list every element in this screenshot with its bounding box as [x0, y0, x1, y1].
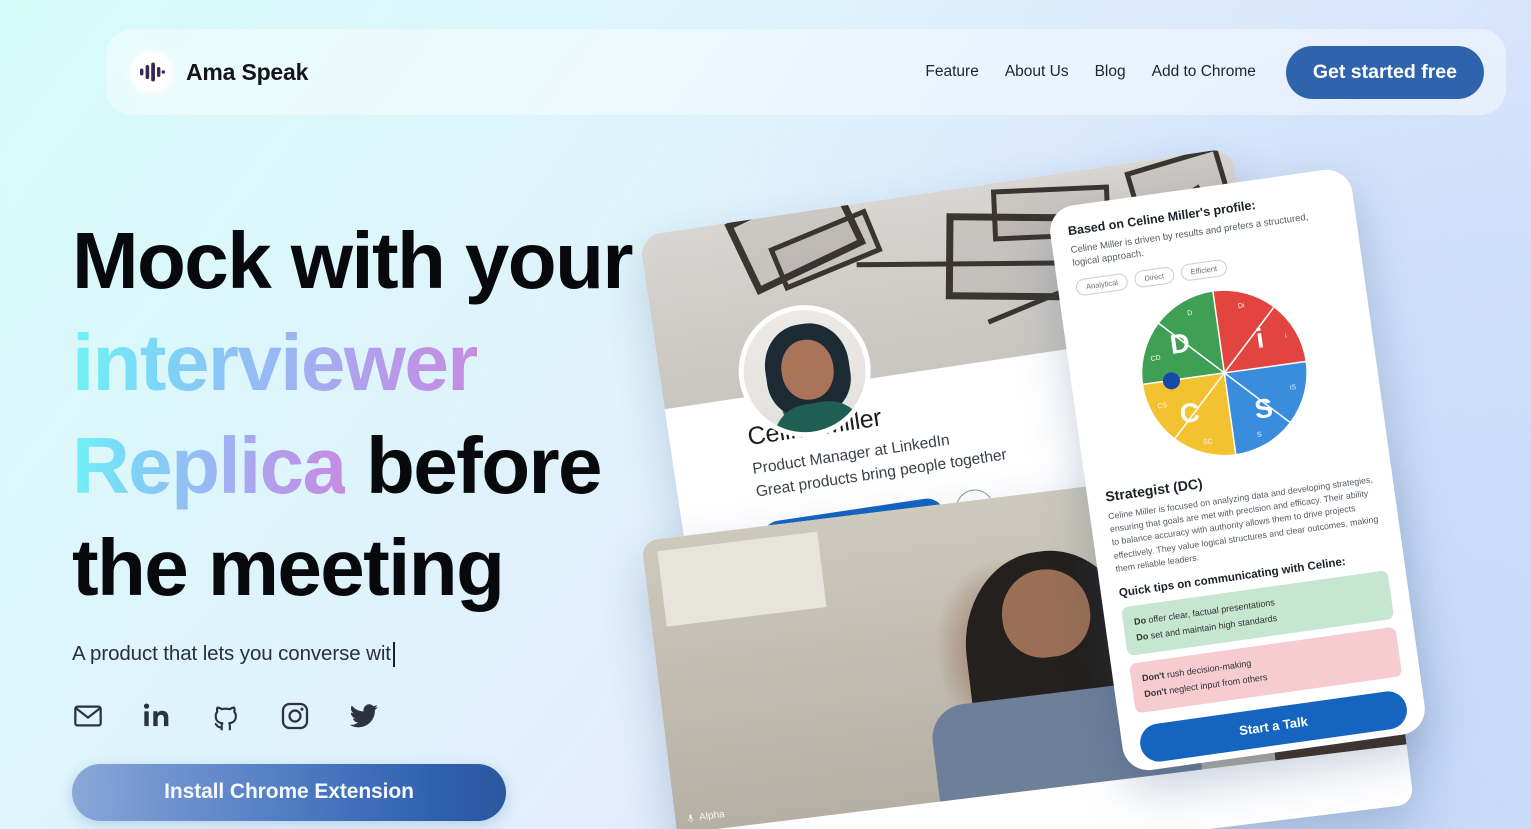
waveform-icon — [130, 50, 173, 94]
github-icon[interactable] — [210, 700, 242, 732]
trait-tag-efficient: Efficient — [1179, 258, 1229, 282]
dont-tip-prefix: Don't — [1141, 670, 1166, 684]
disc-wheel-container: D i S C D Di i iS S SC CS CD — [1079, 269, 1369, 477]
page-title: Mock with your interviewer Replica befor… — [72, 210, 662, 620]
headline-before: before — [366, 420, 603, 510]
site-header: Ama Speak Feature About Us Blog Add to C… — [106, 29, 1506, 115]
nav-item-about-us[interactable]: About Us — [992, 55, 1082, 89]
nav-item-feature[interactable]: Feature — [912, 55, 991, 89]
headline-gradient-replica: Replica — [72, 420, 347, 510]
disc-wheel[interactable]: D i S C D Di i iS S SC CS CD — [1127, 276, 1321, 470]
svg-text:SC: SC — [1202, 438, 1213, 446]
video-participant-label: Alpha — [687, 809, 726, 824]
brand-name: Ama Speak — [186, 58, 309, 85]
svg-text:CD: CD — [1150, 355, 1161, 363]
headline-gradient-interviewer: interviewer — [72, 318, 478, 408]
hero-subtitle-text: A product that lets you converse wit — [72, 642, 391, 666]
video-participant-name: Alpha — [698, 809, 726, 824]
svg-text:C: C — [1177, 397, 1200, 429]
main-nav: Feature About Us Blog Add to Chrome Get … — [912, 45, 1484, 99]
social-links — [72, 700, 662, 732]
hero-content: Mock with your interviewer Replica befor… — [72, 210, 662, 821]
nav-item-add-to-chrome[interactable]: Add to Chrome — [1139, 55, 1269, 89]
trait-tag-direct: Direct — [1133, 266, 1176, 289]
install-chrome-extension-button[interactable]: Install Chrome Extension — [72, 763, 506, 821]
hero-illustration: Celine Miller Product Manager at LinkedI… — [630, 147, 1531, 829]
trait-tag-analytical: Analytical — [1074, 272, 1129, 297]
mic-icon — [688, 814, 694, 823]
svg-text:CS: CS — [1157, 402, 1168, 410]
brand-logo[interactable]: Ama Speak — [130, 50, 309, 94]
headline-line-3: the meeting — [72, 523, 505, 613]
hero-subtitle: A product that lets you converse wit — [72, 641, 662, 667]
video-background-wall — [657, 531, 827, 628]
twitter-icon[interactable] — [348, 700, 380, 732]
linkedin-icon[interactable] — [141, 700, 173, 732]
typing-caret — [392, 641, 395, 667]
svg-text:D: D — [1186, 310, 1192, 318]
nav-item-blog[interactable]: Blog — [1082, 55, 1139, 89]
svg-text:D: D — [1168, 328, 1191, 360]
dont-tip-prefix: Don't — [1143, 686, 1168, 700]
get-started-free-button[interactable]: Get started free — [1285, 45, 1484, 99]
instagram-icon[interactable] — [279, 700, 311, 732]
headline-line-1: Mock with your — [72, 216, 633, 305]
email-icon[interactable] — [72, 700, 104, 732]
